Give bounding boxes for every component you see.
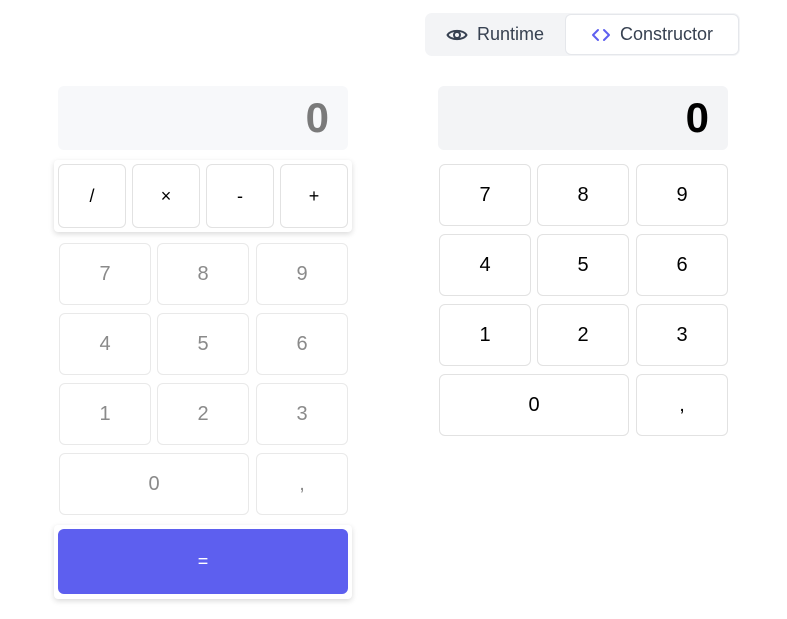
palette-digit-9[interactable]: 9 <box>256 243 348 305</box>
operator-divide-button[interactable]: / <box>58 164 126 228</box>
canvas-digit-6[interactable]: 6 <box>636 234 728 296</box>
canvas-digit-4[interactable]: 4 <box>439 234 531 296</box>
palette-digit-2[interactable]: 2 <box>157 383 249 445</box>
palette-digit-4[interactable]: 4 <box>59 313 151 375</box>
constructor-mode-button[interactable]: Constructor <box>565 14 739 55</box>
eye-icon <box>446 27 468 43</box>
canvas-digit-1[interactable]: 1 <box>439 304 531 366</box>
mode-toggle: Runtime Constructor <box>425 13 740 56</box>
canvas-digit-3[interactable]: 3 <box>636 304 728 366</box>
canvas-digit-8[interactable]: 8 <box>537 164 629 226</box>
canvas-digit-0[interactable]: 0 <box>439 374 629 436</box>
palette-operators-block[interactable]: / × - + <box>54 160 352 232</box>
canvas-comma-button[interactable]: , <box>636 374 728 436</box>
palette-display[interactable]: 0 <box>58 86 348 150</box>
canvas-digit-9[interactable]: 9 <box>636 164 728 226</box>
canvas-digit-5[interactable]: 5 <box>537 234 629 296</box>
constructor-label: Constructor <box>619 24 714 44</box>
runtime-mode-button[interactable]: Runtime <box>426 14 564 55</box>
code-brackets-icon <box>591 28 611 42</box>
operator-plus-button[interactable]: + <box>280 164 348 228</box>
canvas-display-value: 0 <box>685 94 709 141</box>
palette-digit-8[interactable]: 8 <box>157 243 249 305</box>
operator-multiply-button[interactable]: × <box>132 164 200 228</box>
palette-display-value: 0 <box>305 94 329 141</box>
palette-digit-6[interactable]: 6 <box>256 313 348 375</box>
runtime-label: Runtime <box>476 24 545 44</box>
canvas-digit-2[interactable]: 2 <box>537 304 629 366</box>
palette-digit-5[interactable]: 5 <box>157 313 249 375</box>
canvas-display[interactable]: 0 <box>438 86 728 150</box>
palette-digit-1[interactable]: 1 <box>59 383 151 445</box>
palette-comma-button[interactable]: , <box>256 453 348 515</box>
palette-digit-3[interactable]: 3 <box>256 383 348 445</box>
palette-equals-block[interactable]: = <box>54 525 352 599</box>
operator-minus-button[interactable]: - <box>206 164 274 228</box>
palette-digit-7[interactable]: 7 <box>59 243 151 305</box>
palette-digit-0[interactable]: 0 <box>59 453 249 515</box>
canvas-digit-7[interactable]: 7 <box>439 164 531 226</box>
equals-button[interactable]: = <box>58 529 348 594</box>
